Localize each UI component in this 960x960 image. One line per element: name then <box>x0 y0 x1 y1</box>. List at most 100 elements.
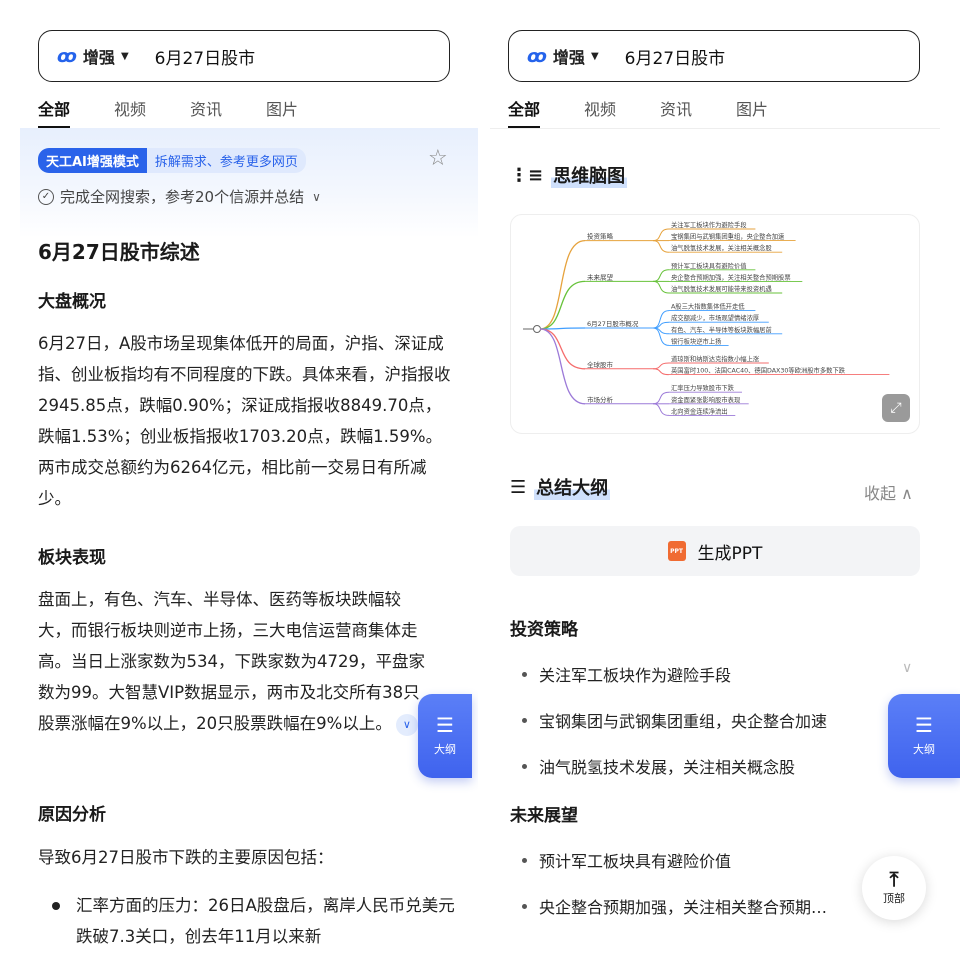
tab-video[interactable]: 视频 <box>584 96 616 129</box>
mindmap-leaf-label: 关注军工板块作为避险手段 <box>671 220 747 229</box>
outline-heading: ☰ 总结大纲 <box>510 474 611 500</box>
tab-all[interactable]: 全部 <box>38 96 71 129</box>
section-heading: 板块表现 <box>38 548 106 568</box>
ai-badge-desc: 拆解需求、参考更多网页 <box>146 148 306 173</box>
search-query[interactable]: 6月27日股市 <box>625 44 725 69</box>
mindmap-branch-link <box>539 239 586 330</box>
mindmap-heading: ⋮≡ 思维脑图 <box>510 162 628 188</box>
section-text: 6月27日，A股市场呈现集体低开的局面，沪指、深证成指、创业板指均有不同程度的下… <box>38 334 451 508</box>
mindmap-leaf-label: 油气脱氢技术发展，关注相关概念股 <box>671 243 772 252</box>
mindmap-leaf-label: 英国富时100、法国CAC40、德国DAX30等欧洲股市多数下跌 <box>671 366 846 375</box>
section-heading: 原因分析 <box>38 805 106 825</box>
left-screen: ꝏ 增强 ▼ 6月27日股市 全部 视频 资讯 图片 天工AI增强模式 拆解需求… <box>10 0 478 960</box>
mindmap-branch-label: 投资策略 <box>587 232 614 241</box>
tab-video[interactable]: 视频 <box>114 96 146 129</box>
ppt-icon: PPT <box>667 541 686 561</box>
outline-item[interactable]: 预计军工板块具有避险价值 <box>522 848 731 872</box>
mindmap-leaf-label: 油气脱氢技术发展可能带来投资机遇 <box>671 284 772 293</box>
top-label: 顶部 <box>883 892 905 905</box>
outline-label: 大纲 <box>434 743 456 756</box>
list-icon: ☰ <box>510 476 527 498</box>
section-text: 导致6月27日股市下跌的主要原因包括： <box>38 848 334 867</box>
expand-icon[interactable]: ∨ <box>395 713 418 736</box>
mindmap-leaf-label: 宝钢集团与武钢集团重组，央企整合加速 <box>671 232 785 241</box>
mindmap-branch-link <box>539 328 586 405</box>
chevron-down-icon[interactable]: ∨ <box>902 660 912 676</box>
caret-down-icon: ▼ <box>590 50 599 62</box>
list-icon: ☰ <box>436 713 454 737</box>
mindmap-leaf-label: 央企整合预期加强，关注相关整合预期股票 <box>671 272 791 281</box>
ai-badge-label: 天工AI增强模式 <box>38 148 147 173</box>
list-item: 汇率方面的压力：26日A股盘后，离岸人民币兑美元跌破7.3关口，创去年11月以来… <box>38 890 456 952</box>
chevron-up-icon: ∧ <box>901 484 913 503</box>
search-done-row[interactable]: ✓ 完成全网搜索，参考20个信源并总结 ∨ <box>38 186 321 207</box>
search-bar[interactable]: ꝏ 增强 ▼ 6月27日股市 <box>508 30 920 82</box>
section-text: 盘面上，有色、汽车、半导体、医药等板块跌幅较大，而银行板块则逆市上扬，三大电信运… <box>38 584 430 739</box>
tab-bar: 全部 视频 资讯 图片 <box>508 96 812 129</box>
collapse-button[interactable]: 收起 ∧ <box>864 480 913 504</box>
tab-images[interactable]: 图片 <box>266 96 298 129</box>
outline-item[interactable]: 关注军工板块作为避险手段 <box>522 662 731 686</box>
tab-news[interactable]: 资讯 <box>190 96 222 129</box>
mindmap-branch-label: 全球股市 <box>587 360 614 369</box>
search-query[interactable]: 6月27日股市 <box>155 44 255 69</box>
ai-mode-badge: 天工AI增强模式 拆解需求、参考更多网页 <box>38 148 306 173</box>
mindmap-root-node <box>533 325 541 333</box>
generate-ppt-button[interactable]: PPT 生成PPT <box>510 526 920 576</box>
outline-title: 总结大纲 <box>534 474 611 500</box>
mindmap-leaf-link <box>652 280 670 294</box>
star-icon[interactable]: ☆ <box>428 146 448 171</box>
ai-logo-icon: ꝏ <box>527 45 547 67</box>
tab-bar: 全部 视频 资讯 图片 <box>38 96 342 129</box>
outline-item[interactable]: 央企整合预期加强，关注相关整合预期… <box>522 894 827 918</box>
mindmap-leaf-link <box>652 228 670 242</box>
mindmap-branch-link <box>539 328 586 370</box>
check-icon: ✓ <box>38 188 54 205</box>
mindmap-title: 思维脑图 <box>551 162 628 188</box>
outline-item-text: 央企整合预期加强，关注相关整合预期… <box>539 898 828 917</box>
mindmap-leaf-link <box>652 310 670 329</box>
list-icon: ☰ <box>915 713 933 737</box>
collapse-label: 收起 <box>864 484 897 503</box>
tab-news[interactable]: 资讯 <box>660 96 692 129</box>
outline-item[interactable]: 油气脱氢技术发展，关注相关概念股 <box>522 754 795 778</box>
mode-selector[interactable]: ꝏ 增强 ▼ <box>57 44 129 68</box>
tab-all[interactable]: 全部 <box>508 96 541 129</box>
mindmap-leaf-label: 有色、汽车、半导体等板块跌幅居前 <box>671 325 772 334</box>
section-heading: 大盘概况 <box>38 292 106 312</box>
search-bar[interactable]: ꝏ 增强 ▼ 6月27日股市 <box>38 30 450 82</box>
outline-item-text: 关注军工板块作为避险手段 <box>539 666 732 685</box>
mindmap-card[interactable]: 投资策略 关注军工板块作为避险手段宝钢集团与武钢集团重组，央企整合加速 油气脱氢技术… <box>510 214 920 434</box>
right-screen: ꝏ 增强 ▼ 6月27日股市 全部 视频 资讯 图片 ⋮≡ 思维脑图 投资策略关… <box>490 0 960 960</box>
mindmap-leaf-label: 预计军工板块具有避险价值 <box>671 261 747 270</box>
outline-item-text: 油气脱氢技术发展，关注相关概念股 <box>539 758 796 777</box>
tab-images[interactable]: 图片 <box>736 96 768 129</box>
outline-category: 未来展望 <box>510 806 578 826</box>
chevron-down-icon: ∨ <box>312 189 321 204</box>
arrow-up-icon: ⤒ <box>889 867 899 891</box>
mindmap-leaf-label: 资金面紧张影响股市表现 <box>671 395 741 404</box>
outline-item[interactable]: 宝钢集团与武钢集团重组，央企整合加速 <box>522 708 827 732</box>
mindmap-leaf-link <box>652 391 670 405</box>
mindmap-branch-link <box>539 280 586 330</box>
outline-category: 投资策略 <box>510 620 578 640</box>
divider <box>490 128 940 129</box>
bullet-icon <box>52 902 60 910</box>
mindmap-branch-label: 未来展望 <box>587 272 614 281</box>
fullscreen-icon[interactable]: ⤢ <box>882 394 910 422</box>
outline-button[interactable]: ☰ 大纲 <box>418 694 472 778</box>
mindmap-branch-label: 市场分析 <box>587 395 614 404</box>
mindmap-leaf-link <box>652 362 670 370</box>
mindmap-leaf-link <box>652 403 670 416</box>
mindmap-leaf-link <box>652 368 670 376</box>
mindmap-leaf-label: 汇率压力导致股市下跌 <box>671 383 735 392</box>
caret-down-icon: ▼ <box>120 50 129 62</box>
mode-selector[interactable]: ꝏ 增强 ▼ <box>527 44 599 68</box>
mindmap-leaf-label: A股三大指数集体低开走低 <box>671 302 745 311</box>
outline-button[interactable]: ☰ 大纲 <box>888 694 960 778</box>
mindmap-leaf-link <box>652 269 670 282</box>
mindmap-branch-label: 6月27日股市概况 <box>587 319 639 328</box>
mindmap-leaf-link <box>652 240 670 253</box>
back-to-top-button[interactable]: ⤒ 顶部 <box>862 856 926 920</box>
mindmap-leaf-label: 银行板块逆市上扬 <box>671 336 721 345</box>
